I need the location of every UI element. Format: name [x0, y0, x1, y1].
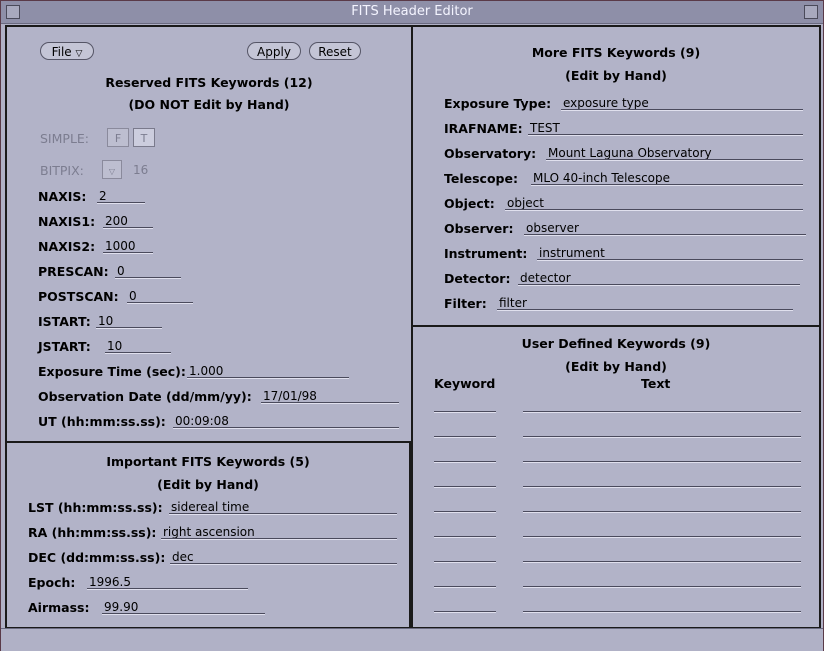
important-subtitle: (Edit by Hand) — [157, 477, 259, 492]
reset-button[interactable]: Reset — [309, 42, 361, 60]
user-keyword-input-1[interactable] — [434, 411, 496, 412]
filter-label: Filter: — [444, 296, 487, 311]
text-column-header: Text — [641, 376, 671, 391]
airmass-input[interactable]: 99.90 — [102, 600, 265, 614]
lst-label: LST (hh:mm:ss.ss): — [28, 500, 163, 515]
user-keyword-input-2[interactable] — [434, 436, 496, 437]
exposure-time-label: Exposure Time (sec): — [38, 364, 186, 379]
irafname-label: IRAFNAME: — [444, 121, 523, 136]
user-subtitle: (Edit by Hand) — [565, 359, 667, 374]
simple-option-f[interactable]: F — [107, 128, 129, 147]
file-menu-label: File — [51, 45, 72, 59]
user-text-input-2[interactable] — [523, 436, 801, 437]
instrument-label: Instrument: — [444, 246, 528, 261]
reserved-keywords-panel: File ▽ Apply Reset Reserved FITS Keyword… — [5, 25, 413, 443]
minimize-icon[interactable] — [804, 5, 818, 19]
title-bar[interactable]: FITS Header Editor — [1, 1, 823, 24]
simple-option-t[interactable]: T — [133, 128, 155, 147]
status-bar — [1, 628, 823, 651]
bitpix-label: BITPIX: — [40, 163, 84, 178]
telescope-label: Telescope: — [444, 171, 518, 186]
naxis2-label: NAXIS2: — [38, 239, 96, 254]
naxis-label: NAXIS: — [38, 189, 87, 204]
jstart-label: JSTART: — [38, 339, 91, 354]
exposure-time-input[interactable]: 1.000 — [187, 364, 349, 378]
jstart-input[interactable]: 10 — [105, 339, 171, 353]
detector-input[interactable]: detector — [518, 271, 800, 285]
fits-header-editor-window: FITS Header Editor File ▽ Apply Reset Re… — [0, 0, 824, 651]
user-keyword-input-7[interactable] — [434, 561, 496, 562]
naxis1-input[interactable]: 200 — [103, 214, 153, 228]
instrument-input[interactable]: instrument — [537, 246, 803, 260]
more-title: More FITS Keywords (9) — [531, 45, 701, 60]
bitpix-value: 16 — [133, 163, 149, 177]
window-title: FITS Header Editor — [351, 4, 473, 19]
observatory-input[interactable]: Mount Laguna Observatory — [546, 146, 803, 160]
observation-date-input[interactable]: 17/01/98 — [261, 389, 399, 403]
naxis2-input[interactable]: 1000 — [103, 239, 153, 253]
more-subtitle: (Edit by Hand) — [565, 68, 667, 83]
postscan-input[interactable]: 0 — [127, 289, 193, 303]
important-title: Important FITS Keywords (5) — [106, 454, 310, 469]
user-text-input-5[interactable] — [523, 511, 801, 512]
user-text-input-1[interactable] — [523, 411, 801, 412]
dec-label: DEC (dd:mm:ss.ss): — [28, 550, 166, 565]
prescan-label: PRESCAN: — [38, 264, 109, 279]
object-label: Object: — [444, 196, 495, 211]
user-text-input-9[interactable] — [523, 611, 801, 612]
user-title: User Defined Keywords (9) — [521, 336, 711, 351]
chevron-down-icon: ▽ — [75, 49, 83, 59]
apply-button[interactable]: Apply — [247, 42, 301, 60]
naxis1-label: NAXIS1: — [38, 214, 96, 229]
postscan-label: POSTSCAN: — [38, 289, 119, 304]
user-text-input-4[interactable] — [523, 486, 801, 487]
user-keyword-input-8[interactable] — [434, 586, 496, 587]
object-input[interactable]: object — [505, 196, 803, 210]
exposure-type-input[interactable]: exposure type — [561, 96, 803, 110]
istart-label: ISTART: — [38, 314, 91, 329]
irafname-input[interactable]: TEST — [528, 121, 803, 135]
ra-label: RA (hh:mm:ss.ss): — [28, 525, 157, 540]
airmass-label: Airmass: — [28, 600, 90, 615]
user-keyword-input-9[interactable] — [434, 611, 496, 612]
exposure-type-label: Exposure Type: — [444, 96, 552, 111]
istart-input[interactable]: 10 — [96, 314, 162, 328]
observation-date-label: Observation Date (dd/mm/yy): — [38, 389, 252, 404]
user-text-input-8[interactable] — [523, 586, 801, 587]
observatory-label: Observatory: — [444, 146, 537, 161]
user-keyword-input-6[interactable] — [434, 536, 496, 537]
reserved-title: Reserved FITS Keywords (12) — [105, 75, 313, 90]
telescope-input[interactable]: MLO 40-inch Telescope — [531, 171, 803, 185]
naxis-input[interactable]: 2 — [97, 189, 145, 203]
lst-input[interactable]: sidereal time — [169, 500, 397, 514]
file-menu-button[interactable]: File ▽ — [40, 42, 94, 60]
user-keywords-panel: User Defined Keywords (9) (Edit by Hand)… — [411, 325, 821, 629]
ut-input[interactable]: 00:09:08 — [173, 414, 399, 428]
observer-input[interactable]: observer — [524, 221, 806, 235]
important-keywords-panel: Important FITS Keywords (5) (Edit by Han… — [5, 441, 411, 629]
bitpix-dropdown-button[interactable]: ▽ — [102, 160, 122, 179]
detector-label: Detector: — [444, 271, 511, 286]
keyword-column-header: Keyword — [434, 376, 496, 391]
filter-input[interactable]: filter — [497, 296, 793, 310]
epoch-label: Epoch: — [28, 575, 76, 590]
ra-input[interactable]: right ascension — [161, 525, 397, 539]
prescan-input[interactable]: 0 — [115, 264, 181, 278]
ut-label: UT (hh:mm:ss.ss): — [38, 414, 166, 429]
more-keywords-panel: More FITS Keywords (9) (Edit by Hand) Ex… — [411, 25, 821, 327]
user-text-input-7[interactable] — [523, 561, 801, 562]
simple-label: SIMPLE: — [40, 131, 90, 146]
user-text-input-3[interactable] — [523, 461, 801, 462]
dec-input[interactable]: dec — [170, 550, 397, 564]
user-keyword-input-4[interactable] — [434, 486, 496, 487]
user-keyword-input-5[interactable] — [434, 511, 496, 512]
reserved-subtitle: (DO NOT Edit by Hand) — [128, 97, 290, 112]
observer-label: Observer: — [444, 221, 514, 236]
chevron-down-icon: ▽ — [108, 167, 116, 176]
epoch-input[interactable]: 1996.5 — [87, 575, 248, 589]
user-text-input-6[interactable] — [523, 536, 801, 537]
user-keyword-input-3[interactable] — [434, 461, 496, 462]
